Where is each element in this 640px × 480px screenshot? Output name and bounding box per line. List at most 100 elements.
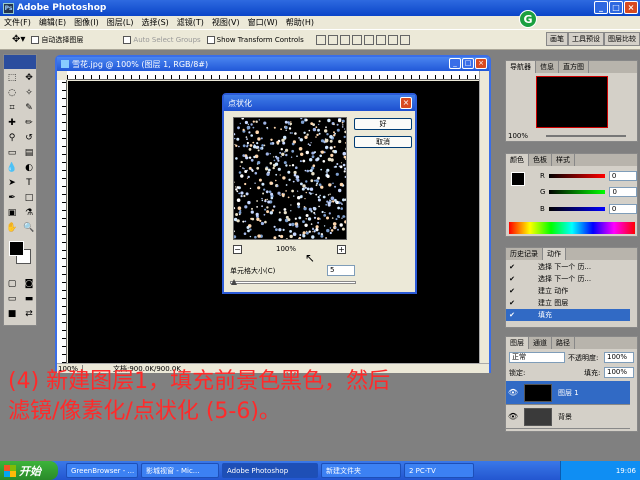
menu-layer[interactable]: 图层(L) bbox=[103, 17, 138, 28]
eye-icon[interactable]: 👁 bbox=[506, 388, 520, 397]
quick-mask-off-icon[interactable]: ▢ bbox=[5, 277, 19, 291]
move-tool-icon[interactable]: ✥▾ bbox=[12, 34, 25, 45]
maximize-button[interactable]: □ bbox=[609, 1, 623, 14]
stamp-tool-icon[interactable]: ⚲ bbox=[5, 131, 19, 145]
tab-navigator[interactable]: 导航器 bbox=[506, 61, 536, 73]
tab-history[interactable]: 历史记录 bbox=[506, 248, 543, 260]
screen-mode-icon[interactable]: ▭ bbox=[5, 292, 19, 306]
slider-thumb[interactable] bbox=[231, 279, 237, 285]
layer-row[interactable]: 👁 背景 bbox=[506, 405, 630, 429]
filter-preview[interactable] bbox=[233, 117, 347, 240]
screen-mode-full-icon[interactable]: ▬ bbox=[22, 292, 36, 306]
tab-styles[interactable]: 样式 bbox=[552, 154, 575, 166]
navigator-zoom[interactable]: 100% bbox=[508, 132, 528, 140]
close-button[interactable]: × bbox=[624, 1, 638, 14]
align-center-icon[interactable] bbox=[363, 34, 374, 45]
align-left-icon[interactable] bbox=[351, 34, 362, 45]
cell-size-input[interactable]: 5 bbox=[327, 265, 355, 276]
dodge-tool-icon[interactable]: ◐ bbox=[22, 161, 36, 175]
blue-value[interactable]: 0 bbox=[608, 204, 637, 214]
path-select-icon[interactable]: ➤ bbox=[5, 176, 19, 190]
action-item[interactable]: ✔ 建立 动作 bbox=[506, 285, 630, 297]
imageready-icon[interactable]: ⇄ bbox=[22, 307, 36, 321]
ok-button[interactable]: 好 bbox=[354, 118, 412, 130]
color-ramp[interactable] bbox=[509, 222, 635, 234]
taskbar-item[interactable]: 影城视窗 - Mic... bbox=[141, 463, 219, 478]
cell-size-slider[interactable] bbox=[230, 279, 356, 285]
history-brush-icon[interactable]: ↺ bbox=[22, 131, 36, 145]
show-transform-checkbox[interactable] bbox=[206, 35, 215, 44]
slice-tool-icon[interactable]: ✎ bbox=[22, 101, 36, 115]
color-foreground-swatch[interactable] bbox=[511, 172, 525, 186]
blend-mode-select[interactable]: 正常 bbox=[509, 352, 565, 363]
menu-image[interactable]: 图像(I) bbox=[70, 17, 103, 28]
palette-well-tab[interactable]: 图层比较 bbox=[604, 32, 640, 46]
action-item[interactable]: ✔ 选择 下一个 历... bbox=[506, 261, 630, 273]
crop-tool-icon[interactable]: ⌗ bbox=[5, 101, 19, 115]
gradient-tool-icon[interactable]: ▤ bbox=[22, 146, 36, 160]
menu-file[interactable]: 文件(F) bbox=[0, 17, 35, 28]
auto-select-groups-checkbox[interactable] bbox=[123, 35, 132, 44]
navigator-thumbnail[interactable] bbox=[536, 76, 608, 128]
palette-well-tab[interactable]: 画笔 bbox=[546, 32, 568, 46]
menu-filter[interactable]: 滤镜(T) bbox=[173, 17, 208, 28]
tab-swatches[interactable]: 色板 bbox=[529, 154, 552, 166]
lasso-tool-icon[interactable]: ◌ bbox=[5, 86, 19, 100]
doc-maximize-button[interactable]: □ bbox=[462, 58, 474, 69]
taskbar-item[interactable]: 新建文件夹 bbox=[321, 463, 401, 478]
distribute-icon[interactable] bbox=[399, 34, 410, 45]
eraser-tool-icon[interactable]: ▭ bbox=[5, 146, 19, 160]
tab-actions[interactable]: 动作 bbox=[543, 248, 566, 260]
palette-well-tab[interactable]: 工具预设 bbox=[568, 32, 604, 46]
taskbar-item-active[interactable]: Adobe Photoshop bbox=[222, 463, 318, 478]
tab-histogram[interactable]: 直方图 bbox=[559, 61, 589, 73]
align-middle-icon[interactable] bbox=[327, 34, 338, 45]
action-item-selected[interactable]: ✔ 填充 bbox=[506, 309, 630, 321]
dialog-close-button[interactable]: × bbox=[400, 97, 412, 109]
blur-tool-icon[interactable]: 💧 bbox=[5, 161, 19, 175]
type-tool-icon[interactable]: T bbox=[22, 176, 36, 190]
action-item[interactable]: ✔ 选择 下一个 历... bbox=[506, 273, 630, 285]
tab-channels[interactable]: 通道 bbox=[529, 337, 552, 349]
menu-view[interactable]: 视图(V) bbox=[208, 17, 244, 28]
distribute-icon[interactable] bbox=[387, 34, 398, 45]
magic-wand-icon[interactable]: ✧ bbox=[22, 86, 36, 100]
auto-select-layer-checkbox[interactable] bbox=[31, 35, 40, 44]
fill-input[interactable]: 100% bbox=[604, 367, 634, 378]
tab-color[interactable]: 颜色 bbox=[506, 154, 529, 166]
vertical-scrollbar[interactable] bbox=[479, 71, 489, 363]
move-tool-icon[interactable]: ✥ bbox=[22, 71, 36, 85]
healing-brush-icon[interactable]: ✚ bbox=[5, 116, 19, 130]
eyedropper-icon[interactable]: ⚗ bbox=[22, 206, 36, 220]
screen-mode-black-icon[interactable]: ■ bbox=[5, 307, 19, 321]
menu-help[interactable]: 帮助(H) bbox=[282, 17, 318, 28]
shape-tool-icon[interactable]: □ bbox=[22, 191, 36, 205]
notes-tool-icon[interactable]: ▣ bbox=[5, 206, 19, 220]
doc-close-button[interactable]: × bbox=[475, 58, 487, 69]
marquee-tool-icon[interactable]: ⬚ bbox=[5, 71, 19, 85]
menu-window[interactable]: 窗口(W) bbox=[244, 17, 282, 28]
doc-minimize-button[interactable]: _ bbox=[449, 58, 461, 69]
layer-row[interactable]: 👁 图层 1 bbox=[506, 381, 630, 405]
cancel-button[interactable]: 取消 bbox=[354, 136, 412, 148]
opacity-input[interactable]: 100% bbox=[604, 352, 634, 363]
hand-tool-icon[interactable]: ✋ bbox=[5, 221, 19, 235]
eye-icon[interactable]: 👁 bbox=[506, 412, 520, 421]
align-bottom-icon[interactable] bbox=[339, 34, 350, 45]
action-item[interactable]: ✔ 建立 图层 bbox=[506, 297, 630, 309]
menu-edit[interactable]: 编辑(E) bbox=[35, 17, 70, 28]
tab-layers[interactable]: 图层 bbox=[506, 337, 529, 349]
start-button[interactable]: 开始 bbox=[0, 461, 58, 480]
zoom-tool-icon[interactable]: 🔍 bbox=[22, 221, 36, 235]
minimize-button[interactable]: _ bbox=[594, 1, 608, 14]
foreground-color-swatch[interactable] bbox=[9, 241, 24, 256]
taskbar-item[interactable]: GreenBrowser - ... bbox=[66, 463, 138, 478]
red-value[interactable]: 0 bbox=[608, 171, 637, 181]
brush-tool-icon[interactable]: ✏ bbox=[22, 116, 36, 130]
align-top-icon[interactable] bbox=[315, 34, 326, 45]
align-right-icon[interactable] bbox=[375, 34, 386, 45]
quick-mask-on-icon[interactable]: ◙ bbox=[22, 277, 36, 291]
zoom-out-button[interactable]: − bbox=[233, 245, 242, 254]
navigator-zoom-slider[interactable] bbox=[546, 135, 626, 137]
green-value[interactable]: 0 bbox=[609, 187, 638, 197]
